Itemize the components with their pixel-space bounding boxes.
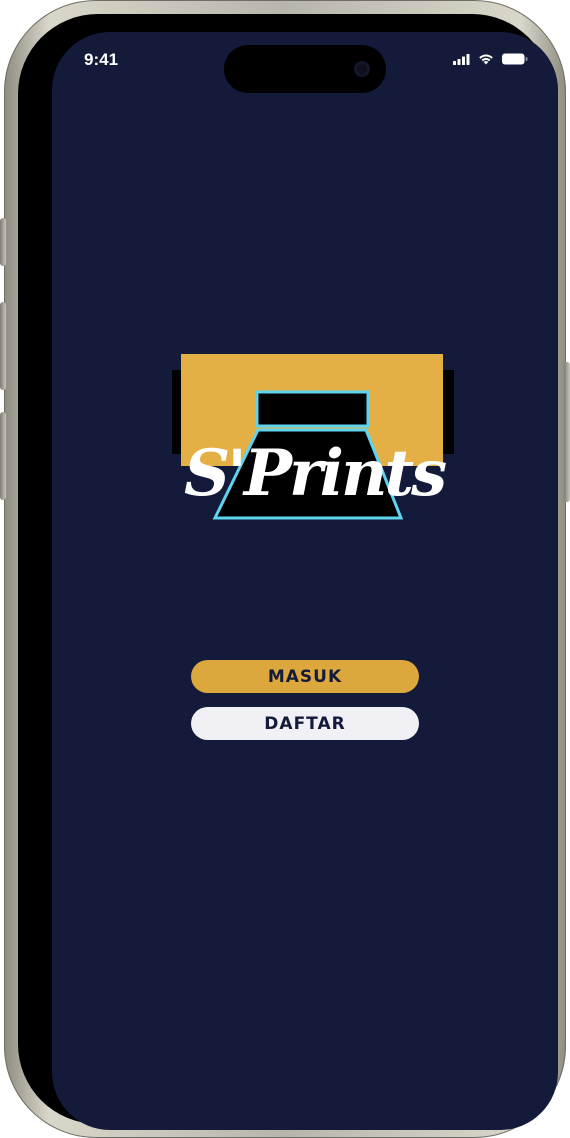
status-icons [453,52,528,66]
power-button [564,362,570,502]
volume-up-button [0,302,6,390]
volume-down-button [0,412,6,500]
wifi-icon [479,54,493,65]
cellular-signal-icon [453,53,470,65]
phone-frame: 9:41 S'Prints MASUK DAFTAR [0,0,570,1138]
action-button [0,218,6,266]
dynamic-island [224,45,386,93]
status-time: 9:41 [84,50,119,69]
sprints-logo: S'Prints [172,352,462,527]
app-screen: 9:41 S'Prints MASUK DAFTAR [52,32,558,1130]
phone-bezel: 9:41 S'Prints MASUK DAFTAR [18,14,558,1130]
logo-wordmark: S'Prints [184,436,447,511]
front-camera-icon [354,61,370,77]
battery-icon [502,53,528,65]
register-button[interactable]: DAFTAR [191,707,419,740]
login-button[interactable]: MASUK [191,660,419,693]
